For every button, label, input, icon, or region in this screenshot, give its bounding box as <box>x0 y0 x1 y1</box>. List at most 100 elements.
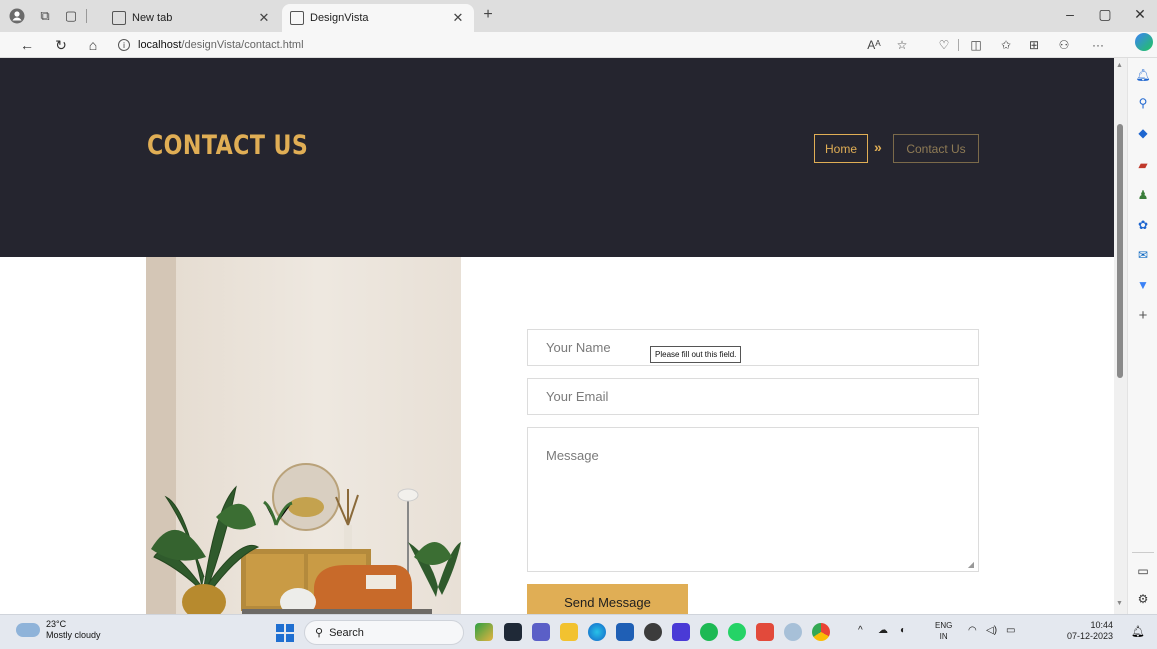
scroll-down-arrow-icon[interactable]: ▼ <box>1116 600 1123 607</box>
outlook-icon[interactable]: ✉ <box>1133 246 1153 264</box>
tray-overflow-chevron-icon[interactable]: ^ <box>858 625 863 636</box>
add-sidebar-app-icon[interactable]: + <box>1133 306 1153 324</box>
scroll-up-arrow-icon[interactable]: ▲ <box>1116 62 1123 69</box>
split-screen-icon[interactable]: ◫ <box>966 36 986 54</box>
weather-widget[interactable]: 23°C Mostly cloudy <box>16 619 101 641</box>
favorites-icon[interactable]: ✩ <box>996 36 1016 54</box>
clock-time: 10:44 <box>1090 620 1114 630</box>
refresh-icon[interactable]: ↻ <box>50 35 72 55</box>
taskbar-app-file-explorer-icon[interactable] <box>560 623 578 641</box>
new-tab-button[interactable]: + <box>478 6 498 24</box>
tab-actions-icon[interactable]: ▢ <box>58 4 84 28</box>
page-viewport: CONTACT US Home » Contact Us Your Name P… <box>0 58 1114 614</box>
minimize-button[interactable]: – <box>1055 6 1085 22</box>
notification-bell-icon[interactable]: 🔔︎ <box>1133 66 1153 84</box>
tag-icon[interactable]: ◆ <box>1133 124 1153 142</box>
taskbar-app-vs-icon[interactable] <box>672 623 690 641</box>
resize-handle-icon[interactable]: ◢ <box>968 560 974 569</box>
new-tab-page-icon <box>112 11 126 25</box>
tab-new-tab[interactable]: New tab ✕ <box>104 4 280 32</box>
search-icon: ⚲ <box>315 627 324 639</box>
tray-cloud-icon[interactable]: ☁ <box>878 625 888 636</box>
hide-sidebar-icon[interactable]: ▭ <box>1133 562 1153 580</box>
page-header-banner: CONTACT US Home » Contact Us <box>0 58 1114 257</box>
notification-center-icon[interactable]: 🔔︎ <box>1131 625 1145 638</box>
close-window-button[interactable]: ✕ <box>1125 6 1155 23</box>
taskbar-app-taskview-icon[interactable] <box>504 623 522 641</box>
weather-temperature: 23°C <box>46 619 67 629</box>
close-tab-icon[interactable]: ✕ <box>450 10 466 26</box>
favorite-star-icon[interactable]: ☆ <box>892 36 912 54</box>
tray-app-icon[interactable]: ◐ <box>900 625 906 636</box>
taskbar-app-unity-icon[interactable] <box>644 623 662 641</box>
scroll-thumb[interactable] <box>1117 124 1123 378</box>
interior-illustration <box>151 463 461 614</box>
taskbar-app-teams-icon[interactable] <box>532 623 550 641</box>
close-tab-icon[interactable]: ✕ <box>256 10 272 26</box>
address-toolbar: ← ↻ ⌂ i localhost/designVista/contact.ht… <box>0 32 1157 58</box>
url-path: /designVista/contact.html <box>181 39 304 51</box>
send-message-button[interactable]: Send Message <box>527 584 688 614</box>
battery-icon[interactable]: ▭ <box>1006 625 1015 636</box>
url-host: localhost <box>138 39 182 51</box>
interior-photo <box>146 257 461 614</box>
name-input[interactable]: Your Name <box>527 329 979 366</box>
extensions-icon[interactable]: ⚇ <box>1054 36 1074 54</box>
restore-button[interactable]: ▢ <box>1090 6 1120 23</box>
page-title: CONTACT US <box>147 130 309 161</box>
office-icon[interactable]: ✿ <box>1133 216 1153 234</box>
email-placeholder: Your Email <box>546 389 609 404</box>
collections-icon[interactable]: ⊞ <box>1024 36 1044 54</box>
search-label: Search <box>329 626 364 639</box>
volume-icon[interactable]: ◁) <box>986 625 997 636</box>
breadcrumb-current: Contact Us <box>893 134 979 163</box>
taskbar-app-edge-icon[interactable] <box>588 623 606 641</box>
taskbar-search[interactable]: ⚲ Search <box>304 620 464 645</box>
tools-icon[interactable]: ▼ <box>1133 276 1153 294</box>
browser-essentials-icon[interactable]: ♡ <box>934 36 954 54</box>
edge-sidebar: 🔔︎ ⚲ ◆ ▰ ♟ ✿ ✉ ▼ + ▭ ⚙ <box>1127 58 1157 614</box>
page-document-icon <box>290 11 304 25</box>
taskbar-app-spotify-icon[interactable] <box>700 623 718 641</box>
more-menu-icon[interactable]: ··· <box>1088 36 1108 54</box>
tab-label: New tab <box>132 12 173 24</box>
message-placeholder: Message <box>546 448 599 463</box>
taskbar-app-store-icon[interactable] <box>616 623 634 641</box>
wifi-icon[interactable]: ◠ <box>968 625 977 636</box>
name-placeholder: Your Name <box>546 340 611 355</box>
breadcrumb-separator: » <box>874 139 882 155</box>
taskbar-app-xampp-icon[interactable] <box>756 623 774 641</box>
sidebar-settings-gear-icon[interactable]: ⚙ <box>1133 590 1153 608</box>
taskbar-clock[interactable]: 10:44 07-12-2023 <box>1067 620 1113 642</box>
page-scrollbar[interactable]: ▲ ▼ <box>1114 58 1127 614</box>
taskbar-app-widgets-icon[interactable] <box>475 623 493 641</box>
sidebar-divider <box>1132 552 1154 553</box>
language-code: ENG <box>935 621 953 630</box>
email-input[interactable]: Your Email <box>527 378 979 415</box>
home-icon[interactable]: ⌂ <box>82 35 104 55</box>
message-textarea[interactable]: Message ◢ <box>527 427 979 572</box>
taskbar-app-whatsapp-icon[interactable] <box>728 623 746 641</box>
back-arrow-icon[interactable]: ← <box>16 35 38 55</box>
breadcrumb-home-link[interactable]: Home <box>814 134 868 163</box>
tab-designvista[interactable]: DesignVista ✕ <box>282 4 474 32</box>
toolbar-divider <box>958 39 959 51</box>
read-aloud-icon[interactable]: A͏ᴬ <box>864 36 884 54</box>
profile-icon[interactable] <box>4 4 30 28</box>
shopping-bag-icon[interactable]: ▰ <box>1133 156 1153 174</box>
search-icon[interactable]: ⚲ <box>1133 94 1153 112</box>
windows-taskbar: 23°C Mostly cloudy ⚲ Search ^ ☁ ◐ ENG IN… <box>0 614 1157 649</box>
taskbar-app-snipping-icon[interactable] <box>784 623 802 641</box>
language-region: IN <box>939 632 948 641</box>
site-info-icon[interactable]: i <box>118 39 130 51</box>
workspaces-icon[interactable]: ⧉ <box>32 4 58 28</box>
windows-start-icon[interactable] <box>276 624 294 642</box>
tab-label: DesignVista <box>310 12 369 24</box>
language-indicator[interactable]: ENG IN <box>935 620 952 642</box>
clock-date: 07-12-2023 <box>1067 631 1114 641</box>
address-bar[interactable]: i localhost/designVista/contact.html <box>118 36 304 54</box>
taskbar-app-chrome-icon[interactable] <box>812 623 830 641</box>
copilot-icon[interactable] <box>1135 33 1153 51</box>
games-icon[interactable]: ♟ <box>1133 186 1153 204</box>
browser-tab-strip: ⧉ ▢ New tab ✕ DesignVista ✕ + – ▢ ✕ <box>0 0 1157 32</box>
